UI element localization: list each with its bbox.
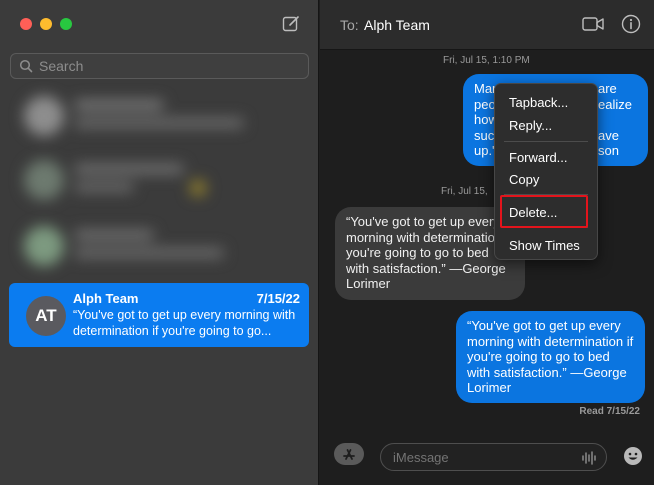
blurred-conversation-list: [0, 88, 318, 278]
info-icon[interactable]: [621, 14, 641, 34]
conversation-date: 7/15/22: [256, 291, 300, 306]
conversation-name: Alph Team: [73, 291, 139, 306]
list-item[interactable]: [10, 222, 310, 274]
compose-icon[interactable]: [282, 15, 300, 33]
menu-separator: [504, 141, 588, 142]
list-item[interactable]: [10, 156, 310, 208]
sidebar: Search AT Alph Team 7/15/22 “You've got …: [0, 0, 319, 485]
zoom-button[interactable]: [60, 18, 72, 30]
bubble-text-line: ealize: [598, 96, 632, 112]
recipient-name[interactable]: Alph Team: [364, 17, 430, 33]
context-menu: Tapback... Reply... Forward... Copy Dele…: [494, 83, 598, 260]
app-store-icon: [343, 449, 355, 460]
message-input[interactable]: iMessage: [380, 443, 607, 471]
input-bar: iMessage: [320, 440, 654, 472]
conversation-header: To: Alph Team: [320, 0, 654, 50]
timestamp: Fri, Jul 15, 1:10 PM: [443, 55, 530, 66]
search-input[interactable]: Search: [10, 53, 309, 79]
emoji-icon[interactable]: [623, 446, 643, 466]
search-placeholder: Search: [39, 58, 84, 74]
delete-highlight-annotation: [500, 195, 588, 228]
bubble-text-line: [598, 112, 638, 128]
menu-item-reply[interactable]: Reply...: [509, 118, 552, 133]
video-call-icon[interactable]: [582, 16, 604, 32]
menu-item-copy[interactable]: Copy: [509, 172, 539, 187]
app-store-button[interactable]: [334, 443, 364, 465]
conversation-pane: To: Alph Team Fri, Jul 15, 1:10 PM Man p…: [320, 0, 654, 485]
close-button[interactable]: [20, 18, 32, 30]
conversation-item-alph-team[interactable]: AT Alph Team 7/15/22 “You've got to get …: [9, 283, 309, 347]
bubble-text: “You've got to get up every morning with…: [467, 318, 634, 395]
avatar: AT: [26, 296, 66, 336]
messages-window: Search AT Alph Team 7/15/22 “You've got …: [0, 0, 654, 485]
minimize-button[interactable]: [40, 18, 52, 30]
menu-item-forward[interactable]: Forward...: [509, 150, 568, 165]
window-controls: [20, 18, 72, 30]
to-label: To:: [340, 17, 359, 33]
timestamp: Fri, Jul 15,: [441, 186, 488, 197]
conversation-preview: “You've got to get up every morning with…: [73, 308, 296, 338]
message-bubble-outgoing[interactable]: “You've got to get up every morning with…: [456, 311, 645, 403]
bubble-text-line: are: [598, 81, 617, 96]
bubble-text-line: ave: [598, 127, 619, 143]
message-input-placeholder: iMessage: [393, 450, 449, 465]
bubble-text: “You've got to get up every morning with…: [346, 214, 513, 291]
list-item[interactable]: [10, 92, 310, 144]
menu-item-show-times[interactable]: Show Times: [509, 238, 580, 253]
bubble-text-line: son: [598, 143, 619, 158]
read-receipt: Read 7/15/22: [579, 406, 640, 417]
search-icon: [19, 59, 33, 73]
menu-item-tapback[interactable]: Tapback...: [509, 95, 568, 110]
audio-waveform-icon[interactable]: [582, 450, 596, 466]
